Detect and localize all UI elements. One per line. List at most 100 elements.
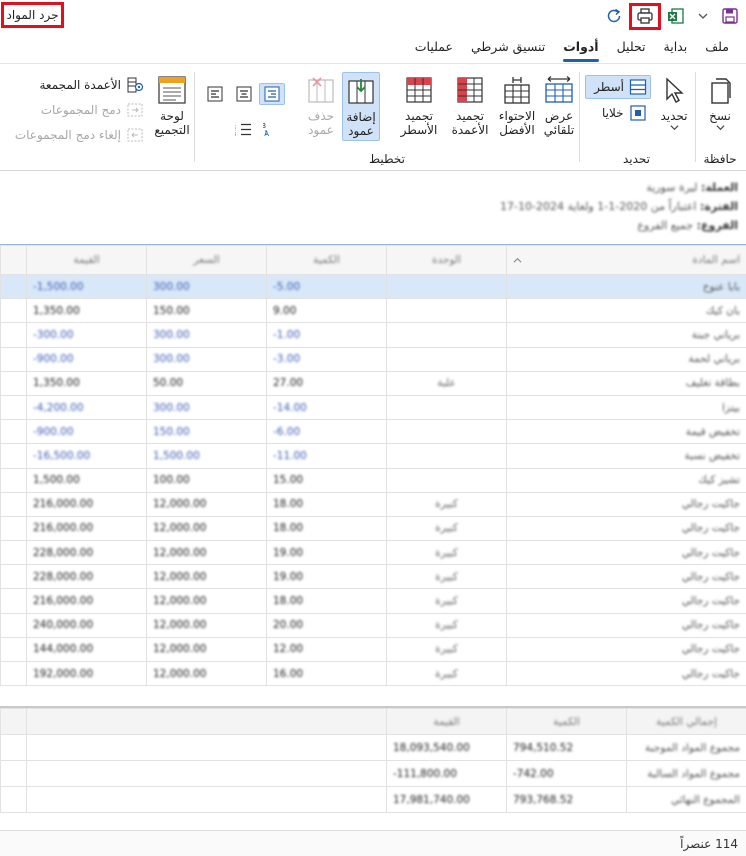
unmerge-groups-button[interactable]: إلغاء دمج المجموعات [15, 126, 144, 144]
tab-operations[interactable]: عمليات [406, 34, 462, 62]
unit-cell[interactable]: كبيرة [386, 636, 507, 663]
value-cell[interactable]: 228,000.00 [26, 540, 147, 566]
tab-analysis[interactable]: تحليل [608, 34, 655, 62]
select-rows-button[interactable]: أسطر [585, 75, 651, 99]
name-cell[interactable]: برياني جبنة [506, 322, 746, 348]
qty-cell[interactable]: 18.00 [266, 491, 387, 517]
table-row[interactable]: -16,500.00 1,500.00 -11.00 تخفيض نسبة [0, 443, 746, 469]
tab-home[interactable]: بداية [655, 34, 697, 62]
price-cell[interactable]: 300.00 [146, 346, 267, 372]
column-header-qty[interactable]: الكمية [266, 245, 387, 275]
price-cell[interactable]: 50.00 [146, 370, 267, 396]
price-cell[interactable]: 1,500.00 [146, 443, 267, 469]
value-cell[interactable]: -900.00 [26, 346, 147, 372]
align-center-button[interactable] [231, 83, 257, 105]
value-cell[interactable]: -1,500.00 [26, 273, 147, 300]
name-cell[interactable]: جاكيت رجالي [506, 515, 746, 542]
unit-cell[interactable] [386, 419, 507, 445]
unit-cell[interactable]: كبيرة [386, 588, 507, 614]
column-header-price[interactable]: السعر [146, 245, 267, 275]
price-cell[interactable]: 300.00 [146, 394, 267, 421]
table-row[interactable]: -900.00 300.00 -3.00 برياني لحمة [0, 346, 746, 372]
name-cell[interactable]: بيتزا [506, 394, 746, 421]
grouping-panel-button[interactable]: لوحة التجميع [152, 74, 192, 137]
print-button[interactable] [629, 2, 661, 30]
value-cell[interactable]: -300.00 [26, 322, 147, 348]
unit-cell[interactable] [386, 394, 507, 421]
table-row[interactable]: 228,000.00 12,000.00 19.00 كبيرة جاكيت رجالي [0, 564, 746, 590]
qty-cell[interactable]: -1.00 [266, 322, 387, 348]
price-cell[interactable]: 150.00 [146, 298, 267, 324]
table-row[interactable]: 1,500.00 100.00 15.00 تشيز كيك [0, 467, 746, 493]
value-cell[interactable]: 228,000.00 [26, 564, 147, 590]
name-cell[interactable]: جاكيت رجالي [506, 564, 746, 590]
price-cell[interactable]: 12,000.00 [146, 660, 267, 687]
save-button[interactable] [718, 4, 742, 28]
column-header-value[interactable]: القيمة [26, 245, 147, 275]
price-cell[interactable]: 12,000.00 [146, 588, 267, 614]
qty-cell[interactable]: 19.00 [266, 540, 387, 566]
table-row[interactable]: -300.00 300.00 -1.00 برياني جبنة [0, 322, 746, 348]
table-row[interactable]: 216,000.00 12,000.00 18.00 كبيرة جاكيت رجالي [0, 491, 746, 517]
column-header-name[interactable]: اسم المادة [506, 245, 746, 275]
value-cell[interactable]: 216,000.00 [26, 491, 147, 517]
tab-conditional-format[interactable]: تنسيق شرطي [462, 34, 554, 62]
select-button[interactable]: تحديد [656, 74, 692, 132]
unit-cell[interactable] [386, 273, 507, 300]
qty-cell[interactable]: 27.00 [266, 370, 387, 396]
value-cell[interactable]: -16,500.00 [26, 443, 147, 469]
unit-cell[interactable]: كبيرة [386, 612, 507, 638]
value-cell[interactable]: 240,000.00 [26, 612, 147, 638]
name-cell[interactable]: جاكيت رجالي [506, 636, 746, 663]
value-cell[interactable]: -900.00 [26, 419, 147, 445]
unit-cell[interactable] [386, 443, 507, 469]
freeze-columns-button[interactable]: تجميد الأعمدة [448, 74, 492, 137]
merge-groups-button[interactable]: دمج المجموعات [41, 101, 144, 119]
table-row[interactable]: -900.00 150.00 -6.00 تخفيض قيمة [0, 419, 746, 445]
price-cell[interactable]: 12,000.00 [146, 491, 267, 517]
column-header-unit[interactable]: الوحدة [386, 245, 507, 275]
price-cell[interactable]: 12,000.00 [146, 612, 267, 638]
name-cell[interactable]: جاكيت رجالي [506, 660, 746, 687]
value-cell[interactable]: -4,200.00 [26, 394, 147, 421]
grouped-columns-button[interactable]: الأعمدة المجمعة [39, 76, 144, 94]
price-cell[interactable]: 300.00 [146, 273, 267, 300]
align-left-button[interactable] [202, 83, 228, 105]
name-cell[interactable]: تخفيض نسبة [506, 443, 746, 469]
table-row[interactable]: -1,500.00 300.00 -5.00 بابا عنوخ [0, 273, 746, 300]
align-right-button[interactable] [259, 83, 285, 105]
tab-tools[interactable]: أدوات [554, 34, 607, 62]
unit-cell[interactable]: كبيرة [386, 564, 507, 590]
unit-cell[interactable]: كبيرة [386, 660, 507, 687]
table-row[interactable]: 216,000.00 12,000.00 18.00 كبيرة جاكيت رجالي [0, 515, 746, 542]
qty-cell[interactable]: 18.00 [266, 588, 387, 614]
table-row[interactable]: 1,350.00 50.00 27.00 علبة بطاقة تغليف [0, 370, 746, 396]
name-cell[interactable]: برياني لحمة [506, 346, 746, 372]
qty-cell[interactable]: -6.00 [266, 419, 387, 445]
name-cell[interactable]: تشيز كيك [506, 467, 746, 493]
price-cell[interactable]: 12,000.00 [146, 540, 267, 566]
table-row[interactable]: -4,200.00 300.00 -14.00 بيتزا [0, 394, 746, 421]
table-row[interactable]: 144,000.00 12,000.00 12.00 كبيرة جاكيت رجالي [0, 636, 746, 663]
price-cell[interactable]: 12,000.00 [146, 564, 267, 590]
autofit-button[interactable]: عرض تلقائي [540, 74, 578, 137]
price-cell[interactable]: 300.00 [146, 322, 267, 348]
unit-cell[interactable] [386, 298, 507, 324]
qty-cell[interactable]: 19.00 [266, 564, 387, 590]
qty-cell[interactable]: -3.00 [266, 346, 387, 372]
qty-cell[interactable]: 20.00 [266, 612, 387, 638]
unit-cell[interactable]: كبيرة [386, 515, 507, 542]
freeze-rows-button[interactable]: تجميد الأسطر [394, 74, 444, 137]
delete-column-button[interactable]: حذف عمود [302, 74, 340, 137]
qty-cell[interactable]: 15.00 [266, 467, 387, 493]
unit-cell[interactable]: كبيرة [386, 491, 507, 517]
unit-cell[interactable] [386, 467, 507, 493]
value-cell[interactable]: 216,000.00 [26, 588, 147, 614]
unit-cell[interactable]: علبة [386, 370, 507, 396]
refresh-button[interactable] [602, 4, 626, 28]
price-cell[interactable]: 150.00 [146, 419, 267, 445]
numbered-list-button[interactable]: 123 [231, 118, 257, 140]
table-row[interactable]: 228,000.00 12,000.00 19.00 كبيرة جاكيت رجالي [0, 540, 746, 566]
qty-cell[interactable]: -14.00 [266, 394, 387, 421]
copy-button[interactable]: نسخ [700, 74, 740, 132]
